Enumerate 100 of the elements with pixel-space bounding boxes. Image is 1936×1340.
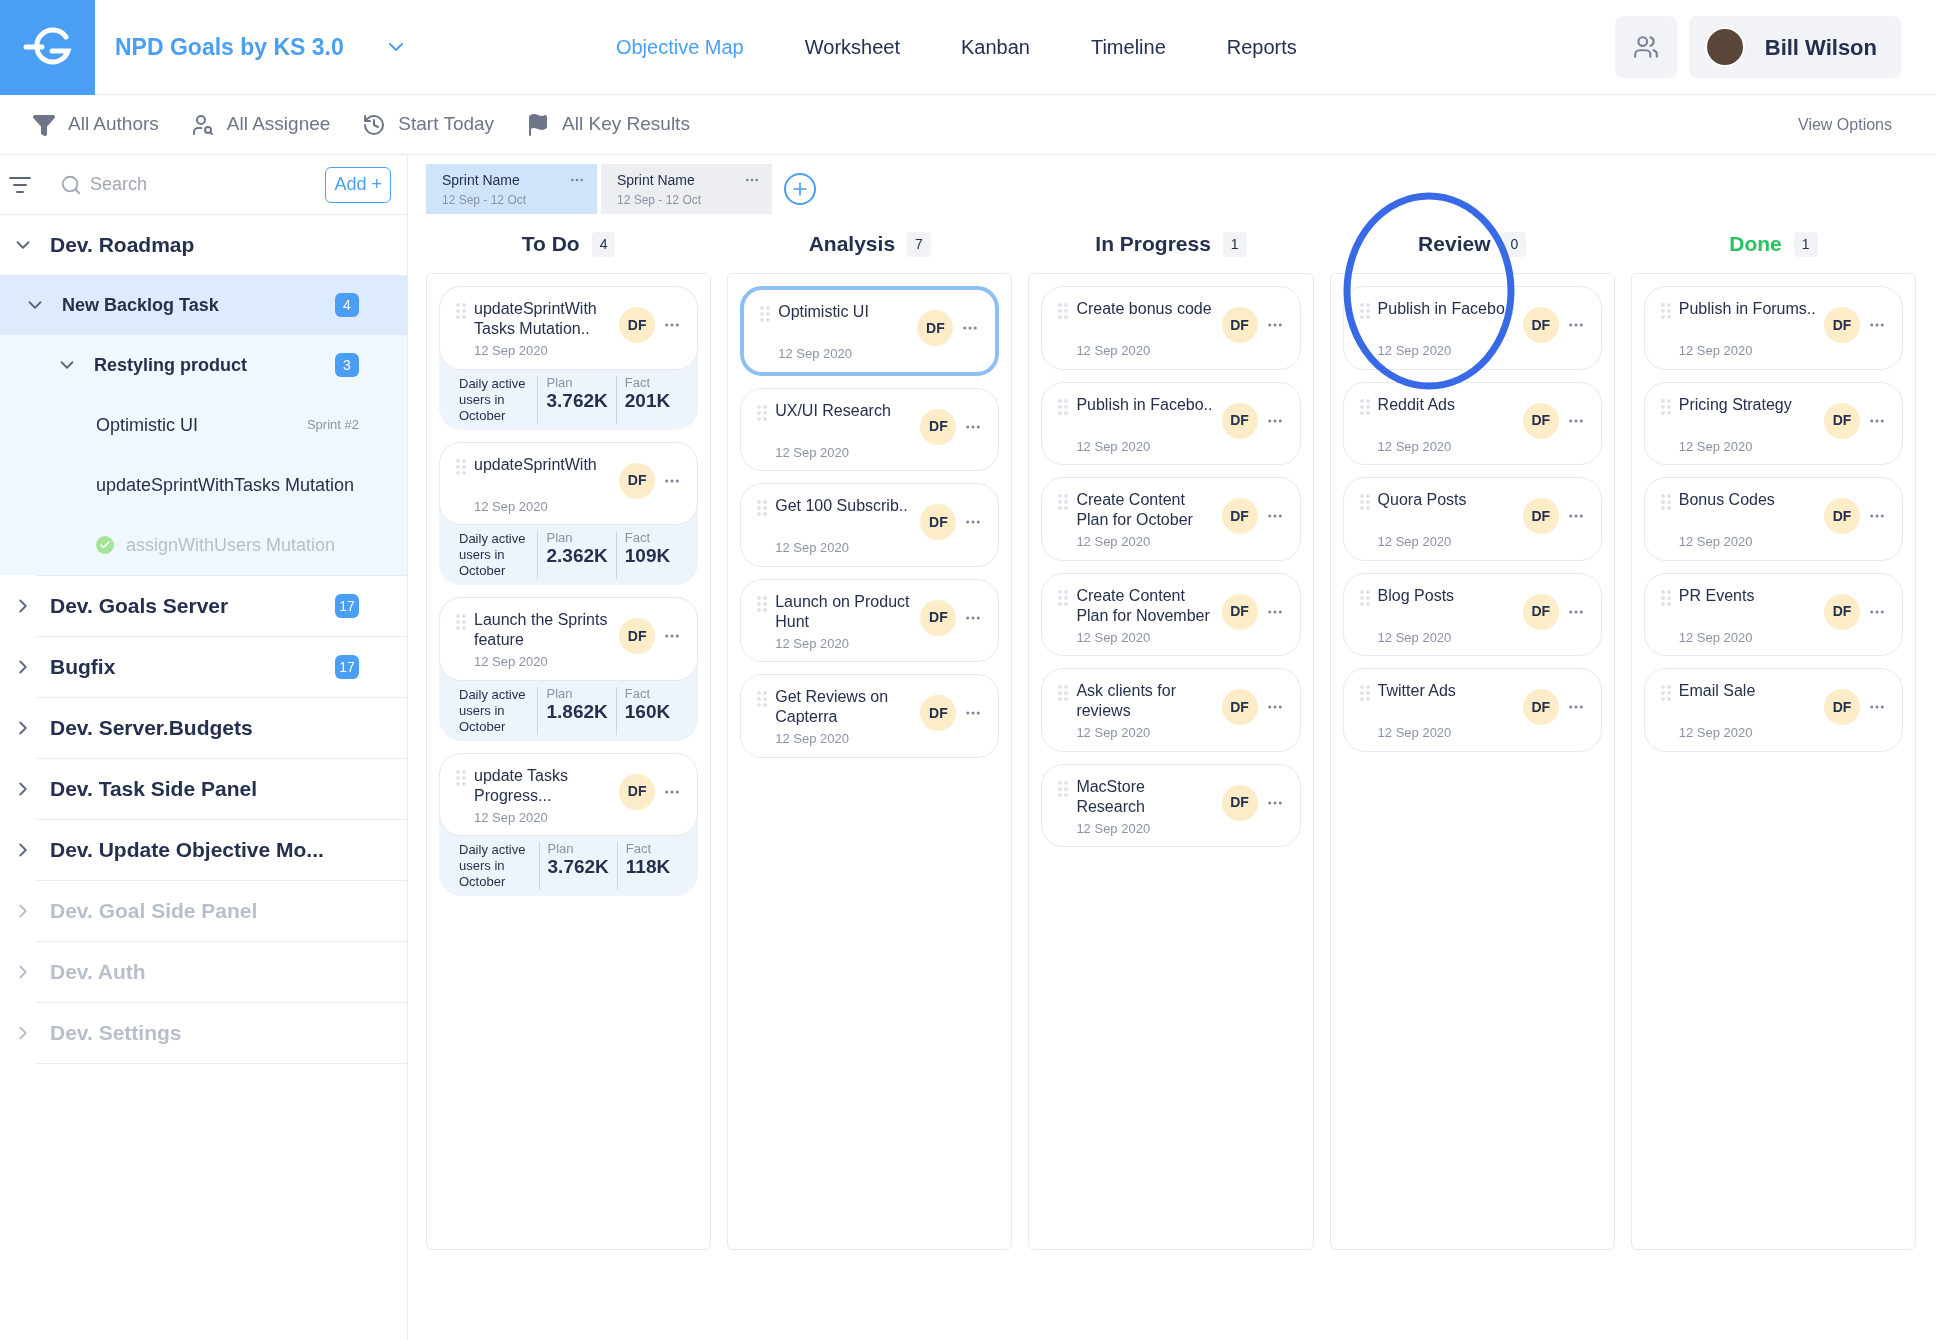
task-card[interactable]: Publish in Facebo.. 12 Sep 2020 DF [1041,381,1301,465]
task-card[interactable]: Create Content Plan for October 12 Sep 2020 DF [1041,477,1301,561]
drag-handle-icon[interactable] [1359,303,1370,319]
drag-handle-icon[interactable] [1058,780,1069,797]
drag-handle-icon[interactable] [757,691,768,707]
task-card[interactable]: Create Content Plan for November 12 Sep 2020 DF [1041,572,1301,656]
drag-handle-icon[interactable] [456,769,466,786]
task-card[interactable]: Email Sale 12 Sep 2020 DF [1643,668,1903,752]
drag-handle-icon[interactable] [456,458,466,475]
fact-label: Fact [624,531,652,545]
count-badge: 3 [335,353,359,377]
drag-handle-icon[interactable] [1359,685,1370,701]
task-card[interactable]: Get Reviews on Capterra 12 Sep 2020 DF [740,674,1000,758]
task-card[interactable]: Optimistic UI 12 Sep 2020 DF [740,286,1000,376]
task-card[interactable]: MacStore Research 12 Sep 2020 DF [1041,763,1301,847]
nav-tab[interactable]: Reports [1226,32,1297,62]
drag-handle-icon[interactable] [456,303,466,319]
tree-item[interactable]: New Backlog Task 4 [0,275,407,335]
drag-handle-icon[interactable] [757,404,768,421]
task-card[interactable]: Reddit Ads 12 Sep 2020 DF [1342,381,1602,465]
task-card[interactable]: UX/UI Research 12 Sep 2020 DF [740,387,1000,471]
assignee-initials: DF [619,462,656,499]
fact-value: 118K [625,856,671,878]
nav-tab[interactable]: Worksheet [804,32,900,62]
task-card[interactable]: Twitter Ads 12 Sep 2020 DF [1342,668,1602,752]
drag-handle-icon[interactable] [1058,398,1069,415]
drag-handle-icon[interactable] [1058,494,1069,510]
assignee-initials: DF [619,773,656,810]
task-card[interactable]: update Tasks Progress... 12 Sep 2020 DF [439,752,699,836]
task-card[interactable]: Ask clients for reviews 12 Sep 2020 DF [1041,668,1301,752]
drag-handle-icon[interactable] [1660,494,1671,510]
card-date: 12 Sep 2020 [1678,342,1754,360]
sprint-tab[interactable]: Sprint Name 12 Sep - 12 Oct [426,164,597,214]
plan-label: Plan [546,531,574,545]
card-title: Launch the Sprints feature [474,610,609,650]
team-button[interactable] [1614,16,1677,78]
count-badge: 17 [335,594,359,618]
tree-item-label: Bugfix [50,654,117,681]
card-date: 12 Sep 2020 [775,539,850,557]
tree-item[interactable]: Dev. Goals Server 17 [0,576,407,636]
tree-item[interactable]: Dev. Task Side Panel [0,759,407,819]
drag-handle-icon[interactable] [757,595,768,612]
drag-handle-icon[interactable] [1058,589,1069,606]
user-button[interactable]: Bill Wilson [1688,16,1901,78]
filter-button[interactable]: All Authors [32,110,159,139]
drag-handle-icon[interactable] [1359,589,1370,606]
tree-item[interactable]: Bugfix 17 [0,637,407,697]
tree-item[interactable]: Dev. Server.Budgets [0,698,407,758]
drag-handle-icon[interactable] [1660,303,1671,319]
card-date: 12 Sep 2020 [1076,437,1152,456]
drag-handle-icon[interactable] [757,500,768,516]
filter-button[interactable]: All Key Results [526,110,690,139]
card-date: 12 Sep 2020 [1076,342,1152,360]
tree-item[interactable]: Dev. Roadmap [0,215,407,275]
task-card[interactable]: PR Events 12 Sep 2020 DF [1643,572,1903,656]
drag-handle-icon[interactable] [1660,398,1671,415]
tree-item-label: Restyling product [94,353,248,377]
app-logo[interactable] [0,0,95,95]
filter-button[interactable]: All Assignee [190,110,331,139]
assignee-initials: DF [920,504,957,540]
nav-tab[interactable]: Kanban [961,32,1030,62]
drag-handle-icon[interactable] [1359,494,1370,510]
card-date: 12 Sep 2020 [474,653,549,671]
assignee-initials: DF [1824,689,1860,725]
card-date: 12 Sep 2020 [474,342,549,360]
drag-handle-icon[interactable] [456,614,466,630]
card-title: update Tasks Progress... [474,765,569,806]
drag-handle-icon[interactable] [1660,685,1671,701]
task-card[interactable]: Launch on Product Hunt 12 Sep 2020 DF [740,578,1000,662]
nav-tab[interactable]: Timeline [1090,32,1166,62]
drag-handle-icon[interactable] [1058,685,1069,701]
task-card[interactable]: updateSprintWith 12 Sep 2020 DF [439,441,699,525]
card-date: 12 Sep 2020 [1678,724,1754,742]
tree-item-label: Optimistic UI [96,413,199,437]
task-card[interactable]: updateSprintWith Tasks Mutation.. 12 Sep 2020 DF [439,286,699,370]
add-sprint-button[interactable] [784,173,816,205]
assignee-initials: DF [1522,593,1559,630]
task-card[interactable]: Blog Posts 12 Sep 2020 DF [1342,572,1602,656]
tree-item-label: Dev. Settings [50,1020,183,1047]
task-card[interactable]: Pricing Strategy 12 Sep 2020 DF [1643,381,1903,465]
search-field[interactable]: Search [90,171,290,198]
drag-handle-icon[interactable] [1058,303,1069,319]
card-date: 12 Sep 2020 [1678,533,1754,551]
drag-handle-icon[interactable] [760,306,771,322]
task-card[interactable]: Quora Posts 12 Sep 2020 DF [1342,477,1602,561]
task-card[interactable]: Create bonus code 12 Sep 2020 DF [1041,286,1301,370]
tree-item[interactable]: Dev. Update Objective Mo... [0,820,407,880]
view-options-link[interactable]: View Options [1798,112,1892,137]
drag-handle-icon[interactable] [1359,398,1370,415]
task-card[interactable]: Publish in Forums.. 12 Sep 2020 DF [1643,286,1903,370]
card-date: 12 Sep 2020 [474,497,549,516]
task-card[interactable]: Get 100 Subscrib.. 12 Sep 2020 DF [740,483,1000,567]
sprint-tab[interactable]: Sprint Name 12 Sep - 12 Oct [601,164,772,214]
task-card[interactable]: Bonus Codes 12 Sep 2020 DF [1643,477,1903,561]
drag-handle-icon[interactable] [1660,589,1671,606]
task-card[interactable]: Launch the Sprints feature 12 Sep 2020 DF [439,597,699,681]
assignee-initials: DF [1522,689,1559,725]
filter-button[interactable]: Start Today [362,110,495,139]
search-icon [60,173,82,196]
column-title: Analysis [808,231,896,258]
